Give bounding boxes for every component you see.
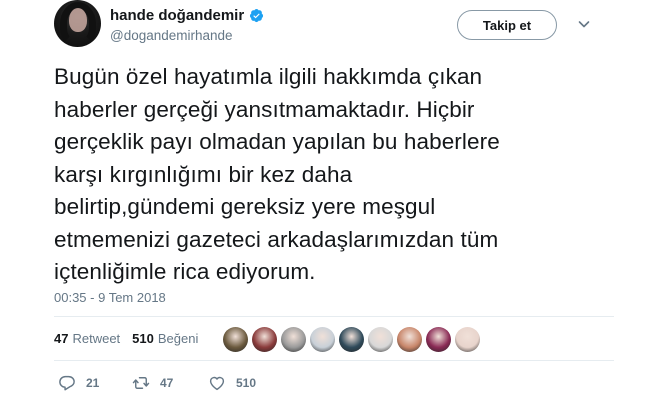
divider-bottom	[54, 360, 614, 361]
reply-count: 21	[86, 376, 100, 390]
liker-avatar-9[interactable]	[455, 327, 480, 352]
tweet-actions: 21 47 510	[58, 374, 256, 392]
follow-button[interactable]: Takip et	[457, 10, 557, 40]
like-stat-label: Beğeni	[157, 331, 199, 346]
retweet-stat-count: 47	[54, 331, 69, 346]
like-count: 510	[236, 376, 257, 390]
retweet-button[interactable]: 47	[132, 374, 208, 392]
retweet-stat-label: Retweet	[72, 331, 121, 346]
reply-button[interactable]: 21	[58, 374, 132, 392]
liker-avatar-4[interactable]	[310, 327, 335, 352]
tweet-card: hande doğandemir @dogandemirhande Takip …	[0, 0, 650, 400]
liker-avatar-3[interactable]	[281, 327, 306, 352]
tweet-stats: 47 Retweet 510 Beğeni	[54, 331, 210, 346]
liker-avatars	[223, 327, 480, 352]
liker-avatar-7[interactable]	[397, 327, 422, 352]
display-name[interactable]: hande doğandemir	[110, 7, 244, 24]
liker-avatar-8[interactable]	[426, 327, 451, 352]
tweet-text: Bugün özel hayatımla ilgili hakkımda çık…	[54, 64, 500, 284]
divider-top	[54, 316, 614, 317]
name-row: hande doğandemir	[110, 7, 264, 24]
avatar[interactable]	[54, 0, 101, 47]
like-stat[interactable]: 510 Beğeni	[132, 331, 198, 346]
tweet-timestamp[interactable]: 00:35 - 9 Tem 2018	[54, 290, 166, 305]
retweet-icon	[132, 377, 150, 389]
verified-badge-icon	[250, 8, 264, 23]
user-handle[interactable]: @dogandemirhande	[110, 28, 233, 43]
liker-avatar-2[interactable]	[252, 327, 277, 352]
liker-avatar-5[interactable]	[339, 327, 364, 352]
reply-icon	[59, 375, 75, 391]
avatar-face	[69, 8, 87, 32]
liker-avatar-1[interactable]	[223, 327, 248, 352]
liker-avatar-6[interactable]	[368, 327, 393, 352]
heart-icon	[209, 376, 225, 391]
like-button[interactable]: 510	[208, 374, 256, 392]
like-stat-count: 510	[132, 331, 154, 346]
retweet-count: 47	[160, 376, 174, 390]
retweet-stat[interactable]: 47 Retweet	[54, 331, 120, 346]
chevron-down-icon[interactable]	[578, 18, 590, 30]
